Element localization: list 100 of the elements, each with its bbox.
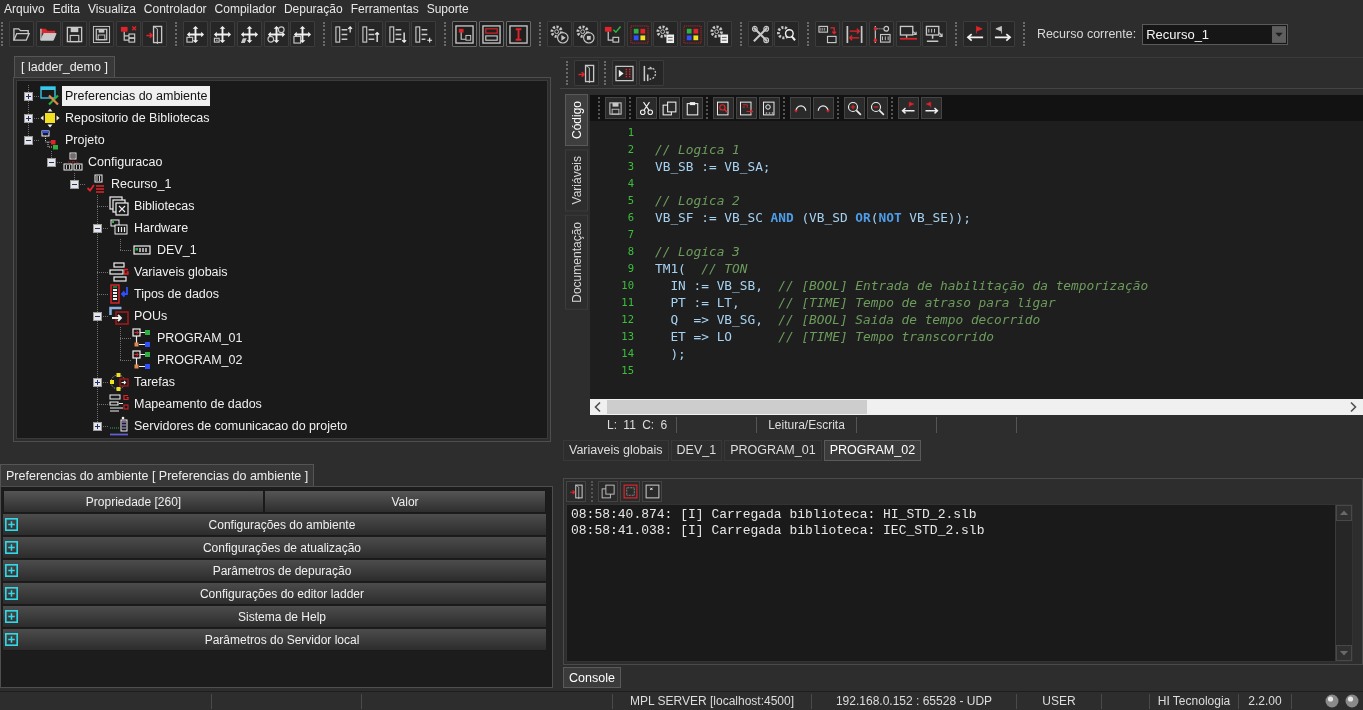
collapse-icon[interactable] xyxy=(92,223,102,233)
tree-item[interactable]: PROGRAM_01 xyxy=(154,328,246,348)
triangle-up-icon[interactable] xyxy=(1336,505,1352,521)
toolbar-button[interactable] xyxy=(747,21,773,47)
tree-item[interactable]: Hardware xyxy=(131,218,192,238)
toolbar-button[interactable] xyxy=(921,97,942,119)
toolbar-button[interactable] xyxy=(357,21,383,47)
toolbar-button[interactable] xyxy=(844,97,865,119)
menu-item[interactable]: Depuração xyxy=(279,1,347,18)
toolbar-button[interactable] xyxy=(898,97,919,119)
toolbar-button[interactable] xyxy=(638,60,664,86)
toolbar-button[interactable] xyxy=(736,97,757,119)
property-group[interactable]: Parâmetros do Servidor local xyxy=(3,629,546,651)
tree-item[interactable]: POUs xyxy=(131,306,171,326)
tree-item[interactable]: Configuracao xyxy=(85,152,166,172)
expand-icon[interactable] xyxy=(5,610,18,623)
scrollbar-thumb[interactable] xyxy=(607,400,867,414)
toolbar-button[interactable] xyxy=(505,21,531,47)
toolbar-button[interactable] xyxy=(759,97,780,119)
toolbar-button[interactable] xyxy=(89,21,115,47)
toolbar-button[interactable] xyxy=(612,60,637,86)
tree-item[interactable]: Repositorio de Bibliotecas xyxy=(62,108,213,128)
resource-dropdown[interactable]: Recurso_1 xyxy=(1142,23,1289,45)
toolbar-button[interactable] xyxy=(895,21,921,47)
toolbar-button[interactable] xyxy=(842,21,868,47)
expand-icon[interactable] xyxy=(92,421,102,431)
horizontal-scrollbar[interactable] xyxy=(590,399,1363,415)
expand-icon[interactable] xyxy=(92,377,102,387)
property-group[interactable]: Configurações de atualização xyxy=(3,537,546,559)
toolbar-button[interactable] xyxy=(574,60,599,86)
collapse-icon[interactable] xyxy=(46,157,56,167)
toolbar-button[interactable] xyxy=(411,21,437,47)
expand-icon[interactable] xyxy=(5,633,18,646)
toolbar-button[interactable] xyxy=(653,21,679,47)
toolbar-button[interactable] xyxy=(922,21,948,47)
toolbar-button[interactable] xyxy=(210,21,236,47)
toolbar-button[interactable] xyxy=(605,97,626,119)
side-tab[interactable]: Código xyxy=(565,94,588,147)
property-group[interactable]: Sistema de Help xyxy=(3,606,546,628)
tree-item[interactable]: Recurso_1 xyxy=(108,174,175,194)
toolbar-button[interactable] xyxy=(62,21,88,47)
toolbar-button[interactable] xyxy=(35,21,61,47)
toolbar-button[interactable] xyxy=(566,481,586,502)
menu-item[interactable]: Arquivo xyxy=(0,1,49,18)
expand-icon[interactable] xyxy=(23,91,33,101)
toolbar-button[interactable] xyxy=(290,21,316,47)
tree-item[interactable]: Bibliotecas xyxy=(131,196,198,216)
toolbar-button[interactable] xyxy=(626,21,652,47)
expand-icon[interactable] xyxy=(23,113,33,123)
toolbar-button[interactable] xyxy=(790,97,811,119)
property-group[interactable]: Parâmetros de depuração xyxy=(3,560,546,582)
tree-item[interactable]: Tarefas xyxy=(131,372,178,392)
toolbar-button[interactable] xyxy=(384,21,410,47)
toolbar-button[interactable] xyxy=(115,21,141,47)
toolbar-button[interactable] xyxy=(659,97,680,119)
console-tab[interactable]: Console xyxy=(563,667,621,688)
toolbar-button[interactable] xyxy=(867,97,888,119)
vertical-scrollbar[interactable] xyxy=(1335,505,1352,661)
toolbar-button[interactable] xyxy=(546,21,572,47)
expand-icon[interactable] xyxy=(5,541,18,554)
toolbar-button[interactable] xyxy=(600,21,625,47)
tree-item[interactable]: Servidores de comunicacao do projeto xyxy=(131,416,351,436)
expand-icon[interactable] xyxy=(5,564,18,577)
tree-item[interactable]: Variaveis globais xyxy=(131,262,231,282)
toolbar-button[interactable] xyxy=(774,21,800,47)
menu-item[interactable]: Controlador xyxy=(139,1,211,18)
toolbar-button[interactable] xyxy=(963,21,989,47)
property-group[interactable]: Configurações do ambiente xyxy=(3,514,546,536)
menu-item[interactable]: Ferramentas xyxy=(346,1,423,18)
side-tab[interactable]: Documentação xyxy=(565,214,588,310)
triangle-down-icon[interactable] xyxy=(1336,645,1352,661)
properties-tab[interactable]: Preferencias do ambiente [ Preferencias do ambiente ] xyxy=(0,464,315,486)
tree-item[interactable]: PROGRAM_02 xyxy=(154,350,246,370)
toolbar-button[interactable] xyxy=(682,97,703,119)
toolbar-button[interactable] xyxy=(815,21,841,47)
expand-icon[interactable] xyxy=(5,587,18,600)
toolbar-button[interactable] xyxy=(680,21,706,47)
tree-item[interactable]: Mapeamento de dados xyxy=(131,394,265,414)
caret-icon[interactable] xyxy=(1272,25,1287,43)
menu-item[interactable]: Compilador xyxy=(210,1,280,18)
menu-item[interactable]: Visualiza xyxy=(84,1,140,18)
document-tab[interactable]: DEV_1 xyxy=(670,439,723,461)
toolbar-button[interactable] xyxy=(263,21,289,47)
toolbar-button[interactable] xyxy=(706,21,732,47)
tree-item[interactable]: Tipos de dados xyxy=(131,284,222,304)
toolbar-button[interactable] xyxy=(713,97,734,119)
menu-item[interactable]: Suporte xyxy=(422,1,473,18)
expand-icon[interactable] xyxy=(5,518,18,531)
collapse-icon[interactable] xyxy=(23,135,33,145)
toolbar-button[interactable] xyxy=(9,21,34,47)
project-tab[interactable]: [ ladder_demo ] xyxy=(14,56,115,77)
toolbar-button[interactable] xyxy=(989,21,1015,47)
toolbar-button[interactable] xyxy=(573,21,599,47)
document-tab[interactable]: Variaveis globais xyxy=(563,439,669,461)
toolbar-button[interactable] xyxy=(813,97,834,119)
menu-item[interactable]: Edita xyxy=(48,1,85,18)
collapse-icon[interactable] xyxy=(92,311,102,321)
toolbar-button[interactable] xyxy=(636,97,657,119)
toolbar-button[interactable] xyxy=(452,21,478,47)
toolbar-button[interactable] xyxy=(183,21,209,47)
